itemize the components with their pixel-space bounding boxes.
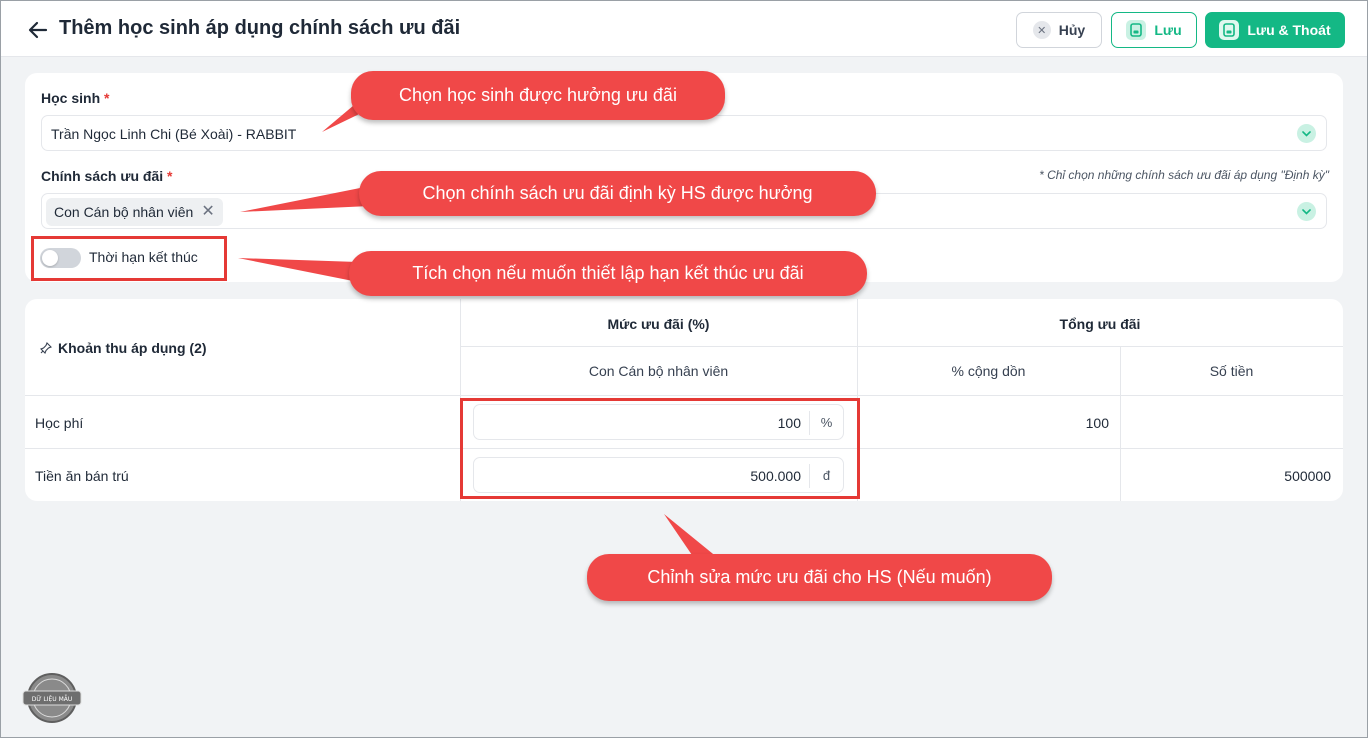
callout-student: Chọn học sinh được hưởng ưu đãi <box>351 71 725 120</box>
policy-label: Chính sách ưu đãi * <box>41 168 173 184</box>
callout-discount: Chỉnh sửa mức ưu đãi cho HS (Nếu muốn) <box>587 554 1052 601</box>
policy-chip: Con Cán bộ nhân viên ✕ <box>46 198 223 226</box>
page-title: Thêm học sinh áp dụng chính sách ưu đãi <box>59 17 461 39</box>
discount-subheader: Con Cán bộ nhân viên <box>588 363 729 379</box>
chevron-down-icon[interactable] <box>1297 124 1316 143</box>
sample-data-stamp: DỮ LIỆU MẪU <box>22 673 82 723</box>
pin-icon <box>40 342 52 354</box>
meals-amount-total: 500000 <box>1284 468 1331 484</box>
total-column-header: Tổng ưu đãi <box>1059 316 1141 332</box>
discount-column-header: Mức ưu đãi (%) <box>607 316 710 332</box>
chevron-down-icon[interactable] <box>1297 202 1316 221</box>
save-button[interactable]: Lưu <box>1111 12 1197 48</box>
cancel-button-label: Hủy <box>1058 22 1086 38</box>
cancel-button[interactable]: ✕ Hủy <box>1016 12 1102 48</box>
remove-chip-icon[interactable]: ✕ <box>201 204 214 220</box>
toggle-highlight-box <box>31 236 227 281</box>
save-exit-icon <box>1219 20 1240 40</box>
fee-name-meals: Tiền ăn bán trú <box>35 468 129 484</box>
amount-total-subheader: Số tiền <box>1209 363 1254 379</box>
student-label: Học sinh * <box>41 90 110 106</box>
fee-name-tuition: Học phí <box>35 415 84 431</box>
policy-hint: * Chỉ chọn những chính sách ưu đãi áp dụ… <box>1039 168 1329 182</box>
callout-policy: Chọn chính sách ưu đãi định kỳ HS được h… <box>359 171 876 216</box>
fees-column-header: Khoản thu áp dụng (2) <box>40 340 207 356</box>
callout-toggle: Tích chọn nếu muốn thiết lập hạn kết thú… <box>349 251 867 296</box>
save-icon <box>1126 20 1147 40</box>
student-select-value: Trần Ngọc Linh Chi (Bé Xoài) - RABBIT <box>51 126 297 142</box>
tuition-percent-total: 100 <box>1085 415 1109 431</box>
save-and-exit-button[interactable]: Lưu & Thoát <box>1205 12 1345 48</box>
save-button-label: Lưu <box>1154 22 1182 38</box>
percent-total-subheader: % cộng dồn <box>951 363 1026 379</box>
close-icon: ✕ <box>1032 21 1051 39</box>
save-and-exit-label: Lưu & Thoát <box>1247 22 1331 38</box>
page-header: Thêm học sinh áp dụng chính sách ưu đãi … <box>1 1 1367 57</box>
policy-chip-label: Con Cán bộ nhân viên <box>54 204 194 220</box>
svg-text:DỮ LIỆU MẪU: DỮ LIỆU MẪU <box>32 695 73 703</box>
discount-highlight-box <box>460 398 860 499</box>
student-select[interactable]: Trần Ngọc Linh Chi (Bé Xoài) - RABBIT <box>41 115 1327 151</box>
back-arrow-icon[interactable] <box>27 19 49 41</box>
